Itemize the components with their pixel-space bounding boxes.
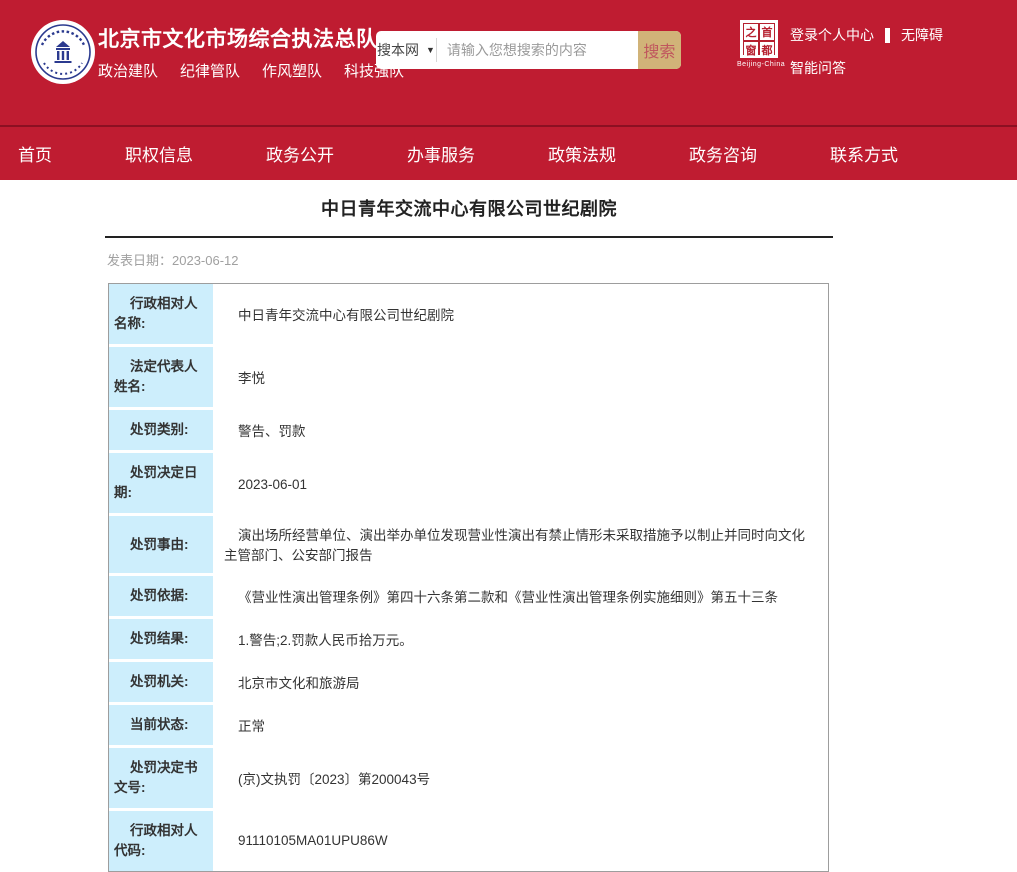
site-header: 北京市文化市场综合执法总队 政治建队 纪律管队 作风塑队 科技强队 搜本网 ▼ … bbox=[0, 0, 1017, 127]
row-label: 处罚决定日期: bbox=[109, 453, 216, 516]
row-label: 处罚事由: bbox=[109, 516, 216, 576]
publish-date-label: 发表日期： bbox=[107, 253, 172, 268]
seal-char: 窗 bbox=[744, 42, 758, 58]
row-value: 中日青年交流中心有限公司世纪剧院 bbox=[216, 284, 828, 347]
row-label: 当前状态: bbox=[109, 705, 216, 748]
seal-char: 首 bbox=[760, 24, 774, 40]
brand-text: 北京市文化市场综合执法总队 政治建队 纪律管队 作风塑队 科技强队 bbox=[98, 27, 404, 81]
publish-date: 发表日期：2023-06-12 bbox=[107, 250, 833, 269]
search-input[interactable] bbox=[437, 33, 638, 67]
penalty-table: 行政相对人名称: 中日青年交流中心有限公司世纪剧院 法定代表人姓名: 李悦 处罚… bbox=[108, 283, 829, 872]
table-row: 处罚决定日期: 2023-06-01 bbox=[109, 453, 828, 516]
table-row: 行政相对人代码: 91110105MA01UPU86W bbox=[109, 811, 828, 871]
row-value: 2023-06-01 bbox=[216, 453, 828, 516]
table-row: 处罚事由: 演出场所经营单位、演出举办单位发现营业性演出有禁止情形未采取措施予以… bbox=[109, 516, 828, 576]
slogan-item: 作风塑队 bbox=[262, 60, 322, 81]
main-nav: 首页 职权信息 政务公开 办事服务 政策法规 政务咨询 联系方式 bbox=[0, 127, 1017, 180]
table-row: 处罚机关: 北京市文化和旅游局 bbox=[109, 662, 828, 705]
site-title: 北京市文化市场综合执法总队 bbox=[98, 27, 404, 53]
table-row: 处罚类别: 警告、罚款 bbox=[109, 410, 828, 453]
table-row: 处罚结果: 1.警告;2.罚款人民币拾万元。 bbox=[109, 619, 828, 662]
slogan-item: 政治建队 bbox=[98, 60, 158, 81]
article-content: 中日青年交流中心有限公司世纪剧院 发表日期：2023-06-12 行政相对人名称… bbox=[105, 180, 833, 872]
row-value: (京)文执罚〔2023〕第200043号 bbox=[216, 748, 828, 811]
seal-char: 之 bbox=[744, 24, 758, 40]
row-value: 演出场所经营单位、演出举办单位发现营业性演出有禁止情形未采取措施予以制止并同时向… bbox=[216, 516, 828, 576]
row-label: 行政相对人名称: bbox=[109, 284, 216, 347]
title-divider bbox=[105, 236, 833, 238]
accessibility-link[interactable]: 无障碍 bbox=[901, 25, 943, 45]
capital-window-seal: 之 首 窗 都 bbox=[740, 20, 778, 58]
table-row: 处罚决定书文号: (京)文执罚〔2023〕第200043号 bbox=[109, 748, 828, 811]
search-scope-label: 搜本网 bbox=[377, 40, 419, 60]
table-row: 处罚依据: 《营业性演出管理条例》第四十六条第二款和《营业性演出管理条例实施细则… bbox=[109, 576, 828, 619]
table-row: 法定代表人姓名: 李悦 bbox=[109, 347, 828, 410]
nav-item-services[interactable]: 办事服务 bbox=[407, 141, 475, 166]
row-value: 警告、罚款 bbox=[216, 410, 828, 453]
row-label: 处罚依据: bbox=[109, 576, 216, 619]
nav-item-policies[interactable]: 政策法规 bbox=[548, 141, 616, 166]
nav-item-authority-info[interactable]: 职权信息 bbox=[125, 141, 193, 166]
row-value: 91110105MA01UPU86W bbox=[216, 811, 828, 871]
row-value: 《营业性演出管理条例》第四十六条第二款和《营业性演出管理条例实施细则》第五十三条 bbox=[216, 576, 828, 619]
capital-window-caption: Beijing-China bbox=[737, 61, 781, 68]
agency-emblem-icon bbox=[30, 19, 96, 85]
search-bar: 搜本网 ▼ 搜索 bbox=[376, 31, 681, 69]
row-value: 正常 bbox=[216, 705, 828, 748]
row-value: 1.警告;2.罚款人民币拾万元。 bbox=[216, 619, 828, 662]
row-label: 处罚结果: bbox=[109, 619, 216, 662]
site-slogans: 政治建队 纪律管队 作风塑队 科技强队 bbox=[98, 60, 404, 81]
smart-qa-link[interactable]: 智能问答 bbox=[790, 58, 846, 78]
row-value: 李悦 bbox=[216, 347, 828, 410]
publish-date-value: 2023-06-12 bbox=[172, 253, 239, 268]
nav-item-gov-disclosure[interactable]: 政务公开 bbox=[266, 141, 334, 166]
row-label: 处罚机关: bbox=[109, 662, 216, 705]
capital-window-logo[interactable]: 之 首 窗 都 Beijing-China bbox=[737, 20, 781, 68]
nav-item-contact[interactable]: 联系方式 bbox=[830, 141, 898, 166]
links-divider bbox=[885, 28, 890, 43]
nav-item-home[interactable]: 首页 bbox=[18, 141, 52, 166]
search-scope-dropdown[interactable]: 搜本网 ▼ bbox=[376, 38, 437, 62]
seal-char: 都 bbox=[760, 42, 774, 58]
nav-item-consultation[interactable]: 政务咨询 bbox=[689, 141, 757, 166]
search-button[interactable]: 搜索 bbox=[638, 31, 681, 69]
agency-emblem-logo[interactable] bbox=[30, 19, 96, 85]
row-label: 处罚类别: bbox=[109, 410, 216, 453]
row-value: 北京市文化和旅游局 bbox=[216, 662, 828, 705]
quick-links: 登录个人中心 无障碍 智能问答 bbox=[790, 25, 943, 78]
login-personal-center-link[interactable]: 登录个人中心 bbox=[790, 25, 874, 45]
row-label: 行政相对人代码: bbox=[109, 811, 216, 871]
page-title: 中日青年交流中心有限公司世纪剧院 bbox=[105, 195, 833, 223]
table-row: 行政相对人名称: 中日青年交流中心有限公司世纪剧院 bbox=[109, 284, 828, 347]
row-label: 法定代表人姓名: bbox=[109, 347, 216, 410]
slogan-item: 纪律管队 bbox=[180, 60, 240, 81]
row-label: 处罚决定书文号: bbox=[109, 748, 216, 811]
dropdown-arrow-icon: ▼ bbox=[426, 45, 435, 55]
table-row: 当前状态: 正常 bbox=[109, 705, 828, 748]
